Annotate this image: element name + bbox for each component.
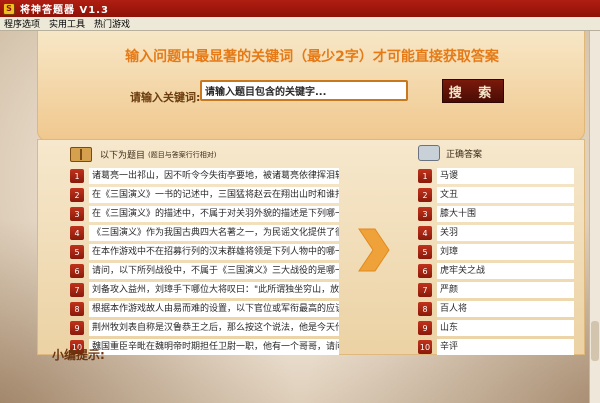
row-number: 3: [70, 207, 84, 221]
question-row[interactable]: 6 请问，以下所列战役中，不属于《三国演义》三大战役的是哪一: [70, 263, 342, 279]
keyword-label: 请输入关键词:: [130, 91, 201, 104]
row-number: 5: [70, 245, 84, 259]
question-text[interactable]: 在《三国演义》的描述中，不属于对关羽外貌的描述是下列哪一: [89, 206, 339, 222]
menu-bar: 程序选项 实用工具 热门游戏: [0, 17, 600, 31]
book-icon: [70, 147, 92, 162]
question-row[interactable]: 8 根据本作游戏故人由易而难的设置，以下官位或军衔最高的应该: [70, 301, 342, 317]
answers-title: 正确答案: [446, 149, 483, 160]
vertical-scrollbar[interactable]: [589, 31, 600, 403]
question-text[interactable]: 魏国重臣辛毗在魏明帝时期担任卫尉一职，他有一个哥哥，请问: [89, 339, 339, 355]
question-row[interactable]: 3 在《三国演义》的描述中，不属于对关羽外貌的描述是下列哪一: [70, 206, 342, 222]
questions-title: 以下为题目: [100, 151, 146, 161]
question-text[interactable]: 诸葛亮一出祁山，因不听令今失街亭要地，被诸葛亮依律挥泪斩: [89, 168, 339, 184]
answer-text[interactable]: 辛评: [437, 339, 574, 355]
results-panel: 以下为题目 (题目与答案行行相对) 正确答案 1 诸葛亮一出祁山，因不听令今失街亭…: [37, 139, 585, 355]
question-text[interactable]: 在《三国演义》一书的记述中，三国猛将赵云在翔出山时和谁打: [89, 187, 339, 203]
answer-row[interactable]: 10 辛评: [418, 339, 574, 355]
row-number: 9: [418, 321, 432, 335]
question-row[interactable]: 4 《三国演义》作为我国古典四大名著之一，为民谣文化提供了很: [70, 225, 342, 241]
answers-header: 正确答案: [418, 145, 482, 161]
question-list: 1 诸葛亮一出祁山，因不听令今失街亭要地，被诸葛亮依律挥泪斩 2 在《三国演义》一书…: [70, 168, 342, 358]
answer-row[interactable]: 7 严颜: [418, 282, 574, 298]
editor-tip-label: 小编提示:: [52, 348, 105, 362]
question-text[interactable]: 根据本作游戏故人由易而难的设置，以下官位或军衔最高的应该: [89, 301, 339, 317]
row-number: 8: [418, 302, 432, 316]
questions-subtitle: (题目与答案行行相对): [148, 150, 217, 159]
chevron-right-icon: [358, 228, 390, 272]
question-row[interactable]: 7 刘备攻入益州，刘璋手下哪位大将叹曰："此所谓独坐穷山，放: [70, 282, 342, 298]
menu-popular-games[interactable]: 热门游戏: [94, 17, 130, 30]
answer-row[interactable]: 9 山东: [418, 320, 574, 336]
app-icon: S: [3, 2, 15, 15]
answer-row[interactable]: 5 刘璋: [418, 244, 574, 260]
scroll-icon: [418, 145, 440, 161]
question-row[interactable]: 1 诸葛亮一出祁山，因不听令今失街亭要地，被诸葛亮依律挥泪斩: [70, 168, 342, 184]
answer-row[interactable]: 3 膝大十围: [418, 206, 574, 222]
answer-list: 1 马谡 2 文丑 3 膝大十围 4 关羽 5 刘璋 6 虎牢关之战 7 严颜 8 百人将 9山…: [418, 168, 574, 358]
row-number: 2: [418, 188, 432, 202]
answer-text[interactable]: 马谡: [437, 168, 574, 184]
answer-row[interactable]: 4 关羽: [418, 225, 574, 241]
answer-text[interactable]: 山东: [437, 320, 574, 336]
answer-text[interactable]: 膝大十围: [437, 206, 574, 222]
window-title: 将神答题器 V1.3: [20, 5, 109, 16]
answer-text[interactable]: 虎牢关之战: [437, 263, 574, 279]
row-number: 1: [418, 169, 432, 183]
question-row[interactable]: 2 在《三国演义》一书的记述中，三国猛将赵云在翔出山时和谁打: [70, 187, 342, 203]
question-text[interactable]: 请问，以下所列战役中，不属于《三国演义》三大战役的是哪一: [89, 263, 339, 279]
row-number: 6: [70, 264, 84, 278]
menu-utilities[interactable]: 实用工具: [49, 17, 85, 30]
row-number: 3: [418, 207, 432, 221]
question-row[interactable]: 10 魏国重臣辛毗在魏明帝时期担任卫尉一职，他有一个哥哥，请问: [70, 339, 342, 355]
row-number: 9: [70, 321, 84, 335]
row-number: 8: [70, 302, 84, 316]
answer-text[interactable]: 严颜: [437, 282, 574, 298]
questions-header: 以下为题目 (题目与答案行行相对): [70, 147, 216, 162]
question-text[interactable]: 在本作游戏中不在招募行列的汉末群雄将领是下列人物中的哪一: [89, 244, 339, 260]
row-number: 1: [70, 169, 84, 183]
row-number: 7: [70, 283, 84, 297]
search-button[interactable]: 搜 索: [442, 79, 504, 103]
row-number: 5: [418, 245, 432, 259]
answer-text[interactable]: 刘璋: [437, 244, 574, 260]
question-row[interactable]: 5 在本作游戏中不在招募行列的汉末群雄将领是下列人物中的哪一: [70, 244, 342, 260]
row-number: 4: [70, 226, 84, 240]
question-text[interactable]: 《三国演义》作为我国古典四大名著之一，为民谣文化提供了很: [89, 225, 339, 241]
question-row[interactable]: 9 荆州牧刘表自称是汉鲁恭王之后，那么按这个说法，他是今天什: [70, 320, 342, 336]
title-bar: S 将神答题器 V1.3: [0, 0, 600, 17]
row-number: 2: [70, 188, 84, 202]
search-panel: 输入问题中最显著的关键词（最少2字）才可能直接获取答案 请输入关键词: 搜 索: [37, 31, 585, 141]
question-text[interactable]: 荆州牧刘表自称是汉鲁恭王之后，那么按这个说法，他是今天什: [89, 320, 339, 336]
scrollbar-thumb[interactable]: [591, 321, 599, 361]
row-number: 7: [418, 283, 432, 297]
answer-row[interactable]: 6 虎牢关之战: [418, 263, 574, 279]
question-text[interactable]: 刘备攻入益州，刘璋手下哪位大将叹曰："此所谓独坐穷山，放: [89, 282, 339, 298]
row-number: 10: [418, 340, 432, 354]
row-number: 6: [418, 264, 432, 278]
answer-text[interactable]: 文丑: [437, 187, 574, 203]
search-notice: 输入问题中最显著的关键词（最少2字）才可能直接获取答案: [125, 49, 499, 65]
answer-row[interactable]: 1 马谡: [418, 168, 574, 184]
menu-program-options[interactable]: 程序选项: [4, 17, 40, 30]
answer-text[interactable]: 百人将: [437, 301, 574, 317]
row-number: 4: [418, 226, 432, 240]
answer-row[interactable]: 2 文丑: [418, 187, 574, 203]
answer-row[interactable]: 8 百人将: [418, 301, 574, 317]
keyword-input[interactable]: [200, 80, 408, 101]
answer-text[interactable]: 关羽: [437, 225, 574, 241]
